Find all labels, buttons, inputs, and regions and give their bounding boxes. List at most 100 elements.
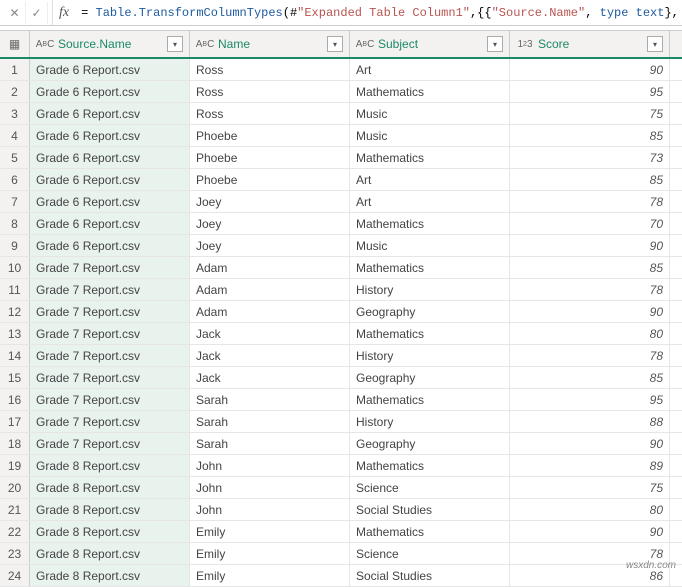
cell-source[interactable]: Grade 7 Report.csv [30, 389, 190, 410]
table-row[interactable]: 2Grade 6 Report.csvRossMathematics95 [0, 81, 682, 103]
cell-name[interactable]: Joey [190, 191, 350, 212]
confirm-icon[interactable]: ✓ [26, 2, 48, 24]
cell-source[interactable]: Grade 7 Report.csv [30, 323, 190, 344]
cell-score[interactable]: 78 [510, 345, 670, 366]
cell-name[interactable]: Emily [190, 543, 350, 564]
cell-subject[interactable]: Mathematics [350, 323, 510, 344]
table-row[interactable]: 5Grade 6 Report.csvPhoebeMathematics73 [0, 147, 682, 169]
cell-subject[interactable]: Mathematics [350, 147, 510, 168]
cell-source[interactable]: Grade 6 Report.csv [30, 169, 190, 190]
cell-score[interactable]: 85 [510, 169, 670, 190]
column-header-subject[interactable]: ABC Subject ▾ [350, 31, 510, 57]
cell-subject[interactable]: Science [350, 477, 510, 498]
cell-score[interactable]: 89 [510, 455, 670, 476]
cell-source[interactable]: Grade 8 Report.csv [30, 499, 190, 520]
cell-source[interactable]: Grade 6 Report.csv [30, 59, 190, 80]
row-number[interactable]: 15 [0, 367, 30, 388]
cell-subject[interactable]: History [350, 279, 510, 300]
cell-score[interactable]: 80 [510, 323, 670, 344]
row-number[interactable]: 6 [0, 169, 30, 190]
cancel-icon[interactable]: ✕ [4, 2, 26, 24]
cell-subject[interactable]: Mathematics [350, 257, 510, 278]
cell-score[interactable]: 90 [510, 521, 670, 542]
cell-subject[interactable]: Art [350, 169, 510, 190]
cell-name[interactable]: Jack [190, 367, 350, 388]
row-number[interactable]: 21 [0, 499, 30, 520]
row-number[interactable]: 4 [0, 125, 30, 146]
row-number[interactable]: 2 [0, 81, 30, 102]
column-filter-icon[interactable]: ▾ [487, 36, 503, 52]
cell-name[interactable]: Ross [190, 103, 350, 124]
table-row[interactable]: 13Grade 7 Report.csvJackMathematics80 [0, 323, 682, 345]
cell-score[interactable]: 80 [510, 499, 670, 520]
cell-subject[interactable]: Social Studies [350, 565, 510, 586]
table-row[interactable]: 3Grade 6 Report.csvRossMusic75 [0, 103, 682, 125]
table-row[interactable]: 1Grade 6 Report.csvRossArt90 [0, 59, 682, 81]
cell-source[interactable]: Grade 8 Report.csv [30, 477, 190, 498]
row-number[interactable]: 20 [0, 477, 30, 498]
cell-score[interactable]: 88 [510, 411, 670, 432]
cell-name[interactable]: Sarah [190, 411, 350, 432]
cell-score[interactable]: 90 [510, 301, 670, 322]
table-row[interactable]: 8Grade 6 Report.csvJoeyMathematics70 [0, 213, 682, 235]
table-row[interactable]: 9Grade 6 Report.csvJoeyMusic90 [0, 235, 682, 257]
table-row[interactable]: 19Grade 8 Report.csvJohnMathematics89 [0, 455, 682, 477]
cell-subject[interactable]: Music [350, 125, 510, 146]
cell-score[interactable]: 70 [510, 213, 670, 234]
cell-subject[interactable]: Geography [350, 301, 510, 322]
cell-subject[interactable]: Mathematics [350, 455, 510, 476]
cell-subject[interactable]: Mathematics [350, 81, 510, 102]
table-row[interactable]: 10Grade 7 Report.csvAdamMathematics85 [0, 257, 682, 279]
row-number[interactable]: 10 [0, 257, 30, 278]
cell-score[interactable]: 90 [510, 235, 670, 256]
cell-name[interactable]: John [190, 477, 350, 498]
cell-name[interactable]: Adam [190, 257, 350, 278]
row-number[interactable]: 14 [0, 345, 30, 366]
cell-source[interactable]: Grade 7 Report.csv [30, 345, 190, 366]
cell-name[interactable]: Adam [190, 301, 350, 322]
cell-score[interactable]: 78 [510, 191, 670, 212]
cell-source[interactable]: Grade 6 Report.csv [30, 213, 190, 234]
cell-name[interactable]: Emily [190, 565, 350, 586]
cell-source[interactable]: Grade 6 Report.csv [30, 191, 190, 212]
table-row[interactable]: 18Grade 7 Report.csvSarahGeography90 [0, 433, 682, 455]
formula-input[interactable]: = Table.TransformColumnTypes(#"Expanded … [75, 6, 682, 20]
row-number[interactable]: 24 [0, 565, 30, 586]
cell-subject[interactable]: History [350, 345, 510, 366]
cell-source[interactable]: Grade 7 Report.csv [30, 433, 190, 454]
row-number[interactable]: 19 [0, 455, 30, 476]
table-row[interactable]: 4Grade 6 Report.csvPhoebeMusic85 [0, 125, 682, 147]
row-number[interactable]: 11 [0, 279, 30, 300]
table-row[interactable]: 6Grade 6 Report.csvPhoebeArt85 [0, 169, 682, 191]
cell-source[interactable]: Grade 6 Report.csv [30, 103, 190, 124]
row-number[interactable]: 1 [0, 59, 30, 80]
column-filter-icon[interactable]: ▾ [167, 36, 183, 52]
cell-name[interactable]: Emily [190, 521, 350, 542]
cell-name[interactable]: John [190, 455, 350, 476]
cell-subject[interactable]: Mathematics [350, 389, 510, 410]
cell-score[interactable]: 75 [510, 103, 670, 124]
cell-source[interactable]: Grade 6 Report.csv [30, 125, 190, 146]
column-header-source[interactable]: ABC Source.Name ▾ [30, 31, 190, 57]
table-row[interactable]: 7Grade 6 Report.csvJoeyArt78 [0, 191, 682, 213]
cell-source[interactable]: Grade 7 Report.csv [30, 257, 190, 278]
cell-name[interactable]: Adam [190, 279, 350, 300]
cell-score[interactable]: 78 [510, 279, 670, 300]
cell-subject[interactable]: Art [350, 191, 510, 212]
table-row[interactable]: 15Grade 7 Report.csvJackGeography85 [0, 367, 682, 389]
cell-source[interactable]: Grade 7 Report.csv [30, 367, 190, 388]
cell-name[interactable]: Sarah [190, 433, 350, 454]
cell-subject[interactable]: Social Studies [350, 499, 510, 520]
table-row[interactable]: 20Grade 8 Report.csvJohnScience75 [0, 477, 682, 499]
column-filter-icon[interactable]: ▾ [647, 36, 663, 52]
cell-name[interactable]: Phoebe [190, 169, 350, 190]
cell-source[interactable]: Grade 7 Report.csv [30, 279, 190, 300]
cell-source[interactable]: Grade 8 Report.csv [30, 455, 190, 476]
table-corner-icon[interactable]: ▦ [0, 31, 30, 57]
column-header-name[interactable]: ABC Name ▾ [190, 31, 350, 57]
cell-name[interactable]: Jack [190, 323, 350, 344]
fx-icon[interactable]: fx [53, 5, 75, 21]
cell-source[interactable]: Grade 6 Report.csv [30, 147, 190, 168]
column-filter-icon[interactable]: ▾ [327, 36, 343, 52]
cell-name[interactable]: John [190, 499, 350, 520]
